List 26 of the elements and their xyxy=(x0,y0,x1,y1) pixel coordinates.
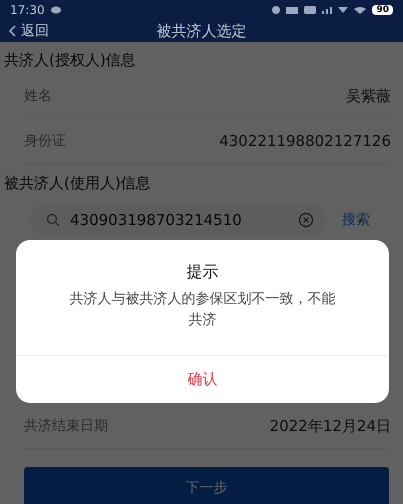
back-chevron-icon xyxy=(8,25,16,37)
row-value: 2022年12月24日 xyxy=(270,416,391,436)
search-value: 430903198703214510 xyxy=(70,211,243,229)
signal-icon xyxy=(322,6,332,14)
search-button[interactable]: 搜索 xyxy=(342,211,370,229)
dialog-title: 提示 xyxy=(186,262,218,283)
dot-icon xyxy=(272,6,280,14)
status-time: 17:30 xyxy=(10,3,45,17)
row-label: 姓名 xyxy=(24,87,52,105)
page-title: 被共济人选定 xyxy=(156,22,246,40)
wifi-icon xyxy=(354,6,366,14)
battery-level: 90 xyxy=(372,5,393,15)
next-button[interactable]: 下一步 xyxy=(24,467,389,504)
back-label: 返回 xyxy=(21,22,49,40)
row-label: 身份证 xyxy=(24,132,66,150)
back-button[interactable]: 返回 xyxy=(8,22,49,40)
clear-icon[interactable] xyxy=(298,212,314,228)
dialog-message: 共济人与被共济人的参保区划不一致，不能共济 xyxy=(68,290,336,330)
confirm-button[interactable]: 确认 xyxy=(16,355,389,403)
section-heading: 被共济人(使用人)信息 xyxy=(3,173,152,194)
row-label: 共济结束日期 xyxy=(24,417,108,435)
row-value: 430221198802127126 xyxy=(219,132,391,150)
section-heading: 共济人(授权人)信息 xyxy=(3,50,137,71)
search-field[interactable]: 430903198703214510 xyxy=(30,204,326,236)
row-value: 吴紫薇 xyxy=(346,86,391,106)
search-icon xyxy=(46,213,60,227)
